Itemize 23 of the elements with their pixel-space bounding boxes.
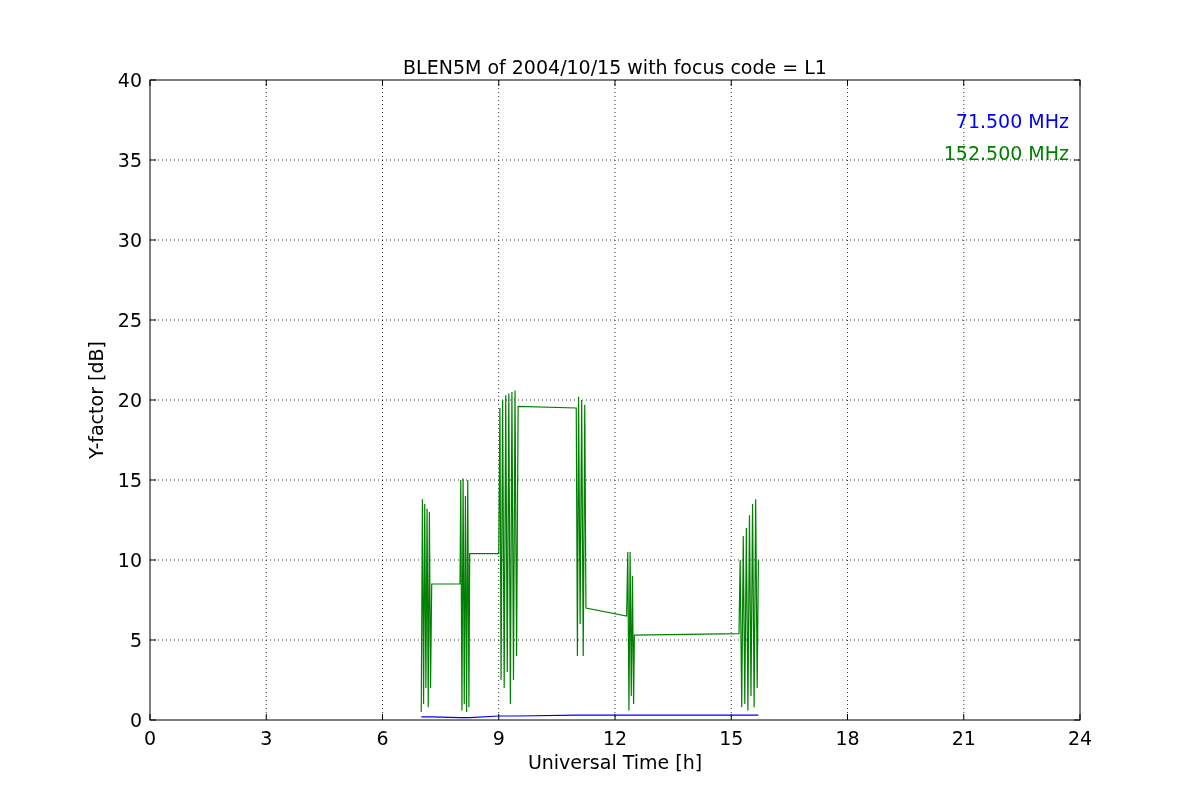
x-tick-label: 15	[719, 727, 744, 749]
x-tick-label: 6	[376, 727, 389, 749]
y-axis-label: Y-factor [dB]	[85, 341, 107, 459]
y-tick-label: 0	[129, 709, 142, 731]
legend-label: 152.500 MHz	[943, 142, 1069, 164]
x-tick-label: 9	[492, 727, 505, 749]
chart-title: BLEN5M of 2004/10/15 with focus code = L1	[403, 56, 827, 78]
x-tick-label: 21	[951, 727, 976, 749]
x-axis-label: Universal Time [h]	[527, 751, 703, 773]
y-tick-label: 35	[117, 149, 142, 171]
y-tick-label: 20	[117, 389, 142, 411]
x-tick-label: 24	[1067, 727, 1093, 749]
y-tick-label: 40	[117, 69, 142, 91]
legend-label: 71.500 MHz	[955, 110, 1069, 132]
x-tick-label: 18	[835, 727, 860, 749]
y-tick-label: 25	[117, 309, 142, 331]
x-tick-label: 3	[260, 727, 273, 749]
y-tick-label: 10	[117, 549, 142, 571]
y-tick-label: 5	[129, 629, 142, 651]
x-tick-label: 0	[143, 727, 157, 749]
y-tick-label: 15	[117, 469, 142, 491]
y-tick-label: 30	[117, 229, 142, 251]
x-tick-label: 12	[602, 727, 628, 749]
